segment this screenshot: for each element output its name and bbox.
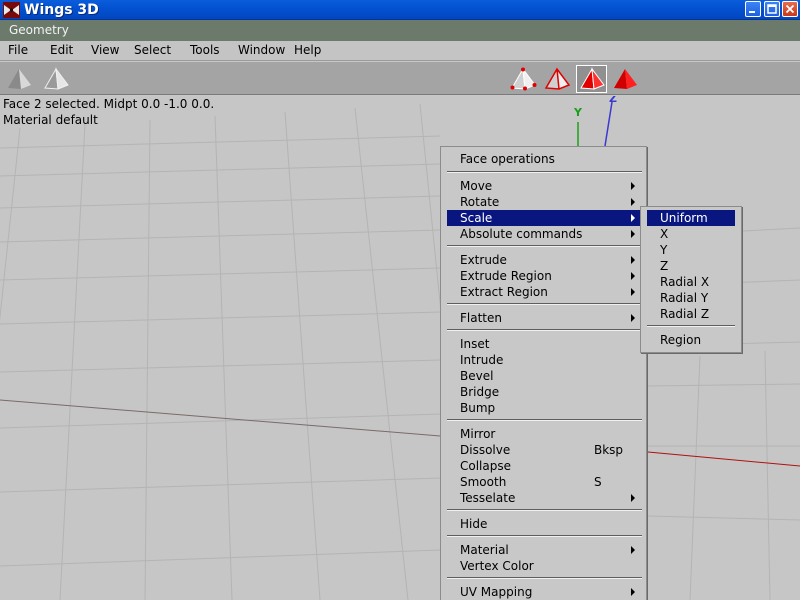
menu-window[interactable]: Window <box>238 43 285 58</box>
scale-submenu: Uniform X Y Z Radial X Radial Y Radial Z… <box>640 206 742 353</box>
menu-item-tesselate[interactable]: Tesselate <box>447 490 642 506</box>
wireframe-icon[interactable] <box>42 66 70 92</box>
hotkey-label: S <box>594 475 602 489</box>
status-material: Material default <box>3 113 98 127</box>
menu-help[interactable]: Help <box>294 43 321 58</box>
submenu-arrow-icon <box>631 214 635 222</box>
title-bar[interactable]: Wings 3D <box>0 0 800 20</box>
status-selection: Face 2 selected. Midpt 0.0 -1.0 0.0. <box>3 97 215 111</box>
minimize-icon <box>749 11 755 13</box>
geometry-label: Geometry <box>9 23 69 37</box>
submenu-item-region[interactable]: Region <box>647 332 735 348</box>
submenu-arrow-icon <box>631 288 635 296</box>
menu-separator <box>447 509 642 511</box>
menu-item-move[interactable]: Move <box>447 178 642 194</box>
vertex-mode-icon[interactable] <box>509 66 537 92</box>
submenu-item-radial-x[interactable]: Radial X <box>647 274 735 290</box>
menu-item-mirror[interactable]: Mirror <box>447 426 642 442</box>
menu-item-inset[interactable]: Inset <box>447 336 642 352</box>
minimize-button[interactable] <box>745 1 761 17</box>
menu-view[interactable]: View <box>91 43 119 58</box>
close-icon <box>785 4 795 14</box>
menu-item-extrude-region[interactable]: Extrude Region <box>447 268 642 284</box>
menu-separator <box>447 535 642 537</box>
submenu-arrow-icon <box>631 494 635 502</box>
menu-item-dissolve[interactable]: Dissolve Bksp <box>447 442 642 458</box>
face-operations-menu: Face operations Move Rotate Scale Absolu… <box>440 146 647 600</box>
menu-separator <box>447 329 642 331</box>
menu-item-rotate[interactable]: Rotate <box>447 194 642 210</box>
menu-item-material[interactable]: Material <box>447 542 642 558</box>
menu-item-absolute-commands[interactable]: Absolute commands <box>447 226 642 242</box>
wings3d-window: Wings 3D Geometry File Edit View Select … <box>0 0 800 600</box>
menu-header: Face operations <box>460 152 555 166</box>
submenu-arrow-icon <box>631 546 635 554</box>
close-button[interactable] <box>782 1 798 17</box>
submenu-arrow-icon <box>631 230 635 238</box>
menu-tools[interactable]: Tools <box>190 43 220 58</box>
body-mode-icon[interactable] <box>611 66 639 92</box>
submenu-item-y[interactable]: Y <box>647 242 735 258</box>
menu-item-extrude[interactable]: Extrude <box>447 252 642 268</box>
menu-item-collapse[interactable]: Collapse <box>447 458 642 474</box>
menu-item-bevel[interactable]: Bevel <box>447 368 642 384</box>
geometry-window-bar: Geometry <box>0 20 800 41</box>
menu-item-hide[interactable]: Hide <box>447 516 642 532</box>
submenu-arrow-icon <box>631 272 635 280</box>
menu-separator <box>447 577 642 579</box>
menu-item-uv-mapping[interactable]: UV Mapping <box>447 584 642 600</box>
menu-item-bridge[interactable]: Bridge <box>447 384 642 400</box>
smooth-shaded-icon[interactable] <box>5 66 33 92</box>
submenu-separator <box>647 325 735 327</box>
menu-separator <box>447 245 642 247</box>
axis-label-z: Z <box>609 96 617 105</box>
maximize-button[interactable] <box>764 1 780 17</box>
menu-separator <box>447 171 642 173</box>
menu-item-flatten[interactable]: Flatten <box>447 310 642 326</box>
menu-item-extract-region[interactable]: Extract Region <box>447 284 642 300</box>
submenu-arrow-icon <box>631 198 635 206</box>
menu-bar: File Edit View Select Tools Window Help <box>0 41 800 61</box>
submenu-item-radial-y[interactable]: Radial Y <box>647 290 735 306</box>
toolbar <box>0 62 800 95</box>
menu-item-intrude[interactable]: Intrude <box>447 352 642 368</box>
menu-separator <box>447 419 642 421</box>
submenu-arrow-icon <box>631 588 635 596</box>
hotkey-label: Bksp <box>594 443 624 457</box>
submenu-item-z[interactable]: Z <box>647 258 735 274</box>
submenu-item-radial-z[interactable]: Radial Z <box>647 306 735 322</box>
menu-item-bump[interactable]: Bump <box>447 400 642 416</box>
submenu-item-uniform[interactable]: Uniform <box>647 210 735 226</box>
edge-mode-icon[interactable] <box>543 66 571 92</box>
submenu-arrow-icon <box>631 182 635 190</box>
submenu-arrow-icon <box>631 256 635 264</box>
menu-select[interactable]: Select <box>134 43 171 58</box>
menu-separator <box>447 303 642 305</box>
axis-label-y: Y <box>574 106 582 119</box>
window-title: Wings 3D <box>24 2 99 18</box>
submenu-arrow-icon <box>631 314 635 322</box>
menu-item-vertex-color[interactable]: Vertex Color <box>447 558 642 574</box>
menu-edit[interactable]: Edit <box>50 43 73 58</box>
maximize-icon <box>767 4 777 14</box>
submenu-item-x[interactable]: X <box>647 226 735 242</box>
menu-item-smooth[interactable]: Smooth S <box>447 474 642 490</box>
face-mode-icon <box>580 67 605 90</box>
face-mode-button[interactable] <box>576 65 607 93</box>
wings-app-icon <box>3 2 20 18</box>
menu-file[interactable]: File <box>8 43 28 58</box>
menu-item-scale[interactable]: Scale <box>447 210 642 226</box>
